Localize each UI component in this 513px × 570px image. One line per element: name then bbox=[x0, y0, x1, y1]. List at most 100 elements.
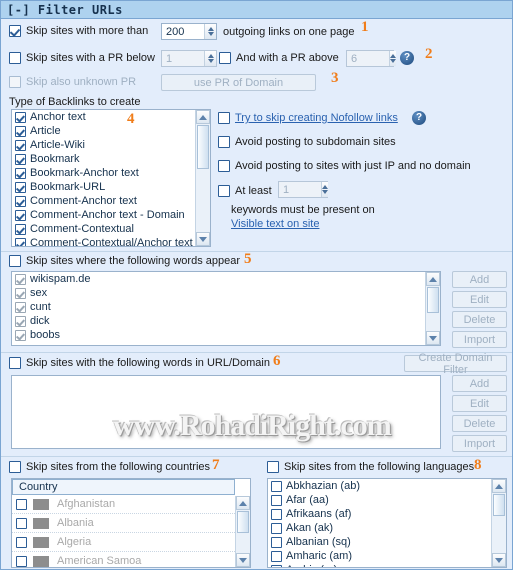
scroll-down-button[interactable] bbox=[196, 232, 210, 246]
list-item[interactable]: Article-Wiki bbox=[12, 138, 195, 152]
scroll-up-button[interactable] bbox=[492, 479, 506, 493]
pr-above-stepper[interactable]: 6 bbox=[346, 50, 396, 67]
backlink-types-listbox[interactable]: Anchor text Article Article-Wiki Bookmar… bbox=[11, 109, 211, 247]
skip-words-row[interactable]: Skip sites where the following words app… bbox=[9, 255, 240, 267]
chevron-down-icon[interactable] bbox=[322, 190, 328, 194]
table-row[interactable]: Afghanistan bbox=[12, 495, 235, 514]
at-least-row[interactable]: At least bbox=[218, 185, 272, 197]
list-item-checkbox[interactable] bbox=[15, 181, 26, 193]
skip-countries-checkbox[interactable] bbox=[9, 461, 21, 473]
list-item-checkbox[interactable] bbox=[15, 301, 26, 313]
chevron-up-icon[interactable] bbox=[207, 27, 214, 31]
list-item[interactable]: Bookmark-URL bbox=[12, 180, 195, 194]
use-pr-of-domain-button[interactable]: use PR of Domain bbox=[161, 74, 316, 91]
list-item[interactable]: Albanian (sq) bbox=[268, 535, 491, 549]
list-item[interactable]: Akan (ak) bbox=[268, 521, 491, 535]
chevron-up-icon[interactable] bbox=[207, 54, 214, 58]
scroll-down-button[interactable] bbox=[492, 553, 506, 567]
nofollow-label-link[interactable]: Try to skip creating Nofollow links bbox=[235, 112, 398, 124]
backlink-types-scrollbar[interactable] bbox=[195, 110, 210, 246]
words-edit-button[interactable]: Edit bbox=[452, 291, 507, 308]
nofollow-help-icon[interactable]: ? bbox=[412, 111, 426, 125]
avoid-ip-only-row[interactable]: Avoid posting to sites with just IP and … bbox=[218, 160, 471, 172]
list-item-checkbox[interactable] bbox=[15, 315, 26, 327]
scroll-up-button[interactable] bbox=[426, 272, 440, 286]
list-item[interactable]: Afrikaans (af) bbox=[268, 507, 491, 521]
list-item-checkbox[interactable] bbox=[271, 550, 282, 562]
list-item[interactable]: cunt bbox=[12, 300, 425, 314]
pr-below-stepper[interactable]: 1 bbox=[161, 50, 217, 67]
list-item[interactable]: Afar (aa) bbox=[268, 493, 491, 507]
list-item[interactable]: Abkhazian (ab) bbox=[268, 479, 491, 493]
pr-above-checkbox[interactable] bbox=[219, 52, 231, 64]
list-item-checkbox[interactable] bbox=[15, 273, 26, 285]
pr-above-row[interactable]: And with a PR above bbox=[219, 52, 339, 64]
list-item-checkbox[interactable] bbox=[15, 125, 26, 137]
list-item-checkbox[interactable] bbox=[15, 167, 26, 179]
scrollbar-thumb[interactable] bbox=[427, 287, 439, 313]
skip-languages-checkbox[interactable] bbox=[267, 461, 279, 473]
list-item-checkbox[interactable] bbox=[271, 564, 282, 567]
chevron-down-icon[interactable] bbox=[390, 59, 396, 63]
list-item[interactable]: Comment-Contextual bbox=[12, 222, 195, 236]
list-item-checkbox[interactable] bbox=[15, 223, 26, 235]
country-checkbox[interactable] bbox=[16, 555, 27, 567]
list-item[interactable]: boobs bbox=[12, 328, 425, 342]
create-domain-filter-button[interactable]: Create Domain Filter bbox=[404, 352, 507, 376]
scroll-down-button[interactable] bbox=[236, 553, 250, 567]
url-delete-button[interactable]: Delete bbox=[452, 415, 507, 432]
list-item[interactable]: Amharic (am) bbox=[268, 549, 491, 563]
scrollbar-thumb[interactable] bbox=[493, 494, 505, 516]
list-item-checkbox[interactable] bbox=[271, 536, 282, 548]
list-item-checkbox[interactable] bbox=[271, 522, 282, 534]
chevron-up-icon[interactable] bbox=[390, 54, 396, 58]
skip-unknown-pr-checkbox[interactable] bbox=[9, 76, 21, 88]
table-row[interactable]: Algeria bbox=[12, 533, 235, 552]
list-item-checkbox[interactable] bbox=[15, 139, 26, 151]
list-item[interactable]: Article bbox=[12, 124, 195, 138]
pr-above-stepper-arrows[interactable] bbox=[389, 51, 396, 66]
list-item[interactable]: Anchor text bbox=[12, 110, 195, 124]
languages-scrollbar[interactable] bbox=[491, 479, 506, 567]
list-item[interactable]: sex bbox=[12, 286, 425, 300]
at-least-stepper-arrows[interactable] bbox=[321, 182, 328, 197]
country-checkbox[interactable] bbox=[16, 536, 27, 548]
list-item-checkbox[interactable] bbox=[15, 153, 26, 165]
list-item-checkbox[interactable] bbox=[15, 287, 26, 299]
skip-pr-below-checkbox[interactable] bbox=[9, 52, 21, 64]
countries-scrollbar[interactable] bbox=[235, 496, 250, 567]
url-add-button[interactable]: Add bbox=[452, 375, 507, 392]
skip-countries-row[interactable]: Skip sites from the following countries bbox=[9, 461, 210, 473]
scroll-up-button[interactable] bbox=[196, 110, 210, 124]
list-item-checkbox[interactable] bbox=[15, 209, 26, 221]
list-item[interactable]: Bookmark-Anchor text bbox=[12, 166, 195, 180]
scroll-up-button[interactable] bbox=[236, 496, 250, 510]
country-checkbox[interactable] bbox=[16, 517, 27, 529]
skip-outgoing-links-row[interactable]: Skip sites with more than bbox=[9, 25, 148, 37]
avoid-subdomain-checkbox[interactable] bbox=[218, 136, 230, 148]
languages-listbox[interactable]: Abkhazian (ab) Afar (aa) Afrikaans (af) … bbox=[267, 478, 507, 568]
list-item-checkbox[interactable] bbox=[15, 329, 26, 341]
words-delete-button[interactable]: Delete bbox=[452, 311, 507, 328]
words-scrollbar[interactable] bbox=[425, 272, 440, 345]
skip-languages-row[interactable]: Skip sites from the following languages bbox=[267, 461, 474, 473]
countries-column-header[interactable]: Country bbox=[12, 479, 235, 495]
nofollow-checkbox[interactable] bbox=[218, 112, 230, 124]
url-words-scrollbar[interactable] bbox=[425, 376, 440, 448]
outgoing-links-value[interactable]: 200 bbox=[162, 24, 204, 39]
skip-url-words-row[interactable]: Skip sites with the following words in U… bbox=[9, 357, 270, 369]
skip-outgoing-links-checkbox[interactable] bbox=[9, 25, 21, 37]
at-least-checkbox[interactable] bbox=[218, 185, 230, 197]
scrollbar-thumb[interactable] bbox=[197, 125, 209, 169]
words-add-button[interactable]: Add bbox=[452, 271, 507, 288]
list-item[interactable]: dick bbox=[12, 314, 425, 328]
words-listbox[interactable]: wikispam.de sex cunt dick boobs bbox=[11, 271, 441, 346]
pr-above-value[interactable]: 6 bbox=[347, 51, 389, 66]
list-item[interactable]: Comment-Contextual/Anchor text bbox=[12, 236, 195, 246]
skip-words-checkbox[interactable] bbox=[9, 255, 21, 267]
list-item-checkbox[interactable] bbox=[15, 111, 26, 123]
list-item[interactable]: Bookmark bbox=[12, 152, 195, 166]
url-import-button[interactable]: Import bbox=[452, 435, 507, 452]
list-item[interactable]: wikispam.de bbox=[12, 272, 425, 286]
outgoing-links-stepper[interactable]: 200 bbox=[161, 23, 217, 40]
